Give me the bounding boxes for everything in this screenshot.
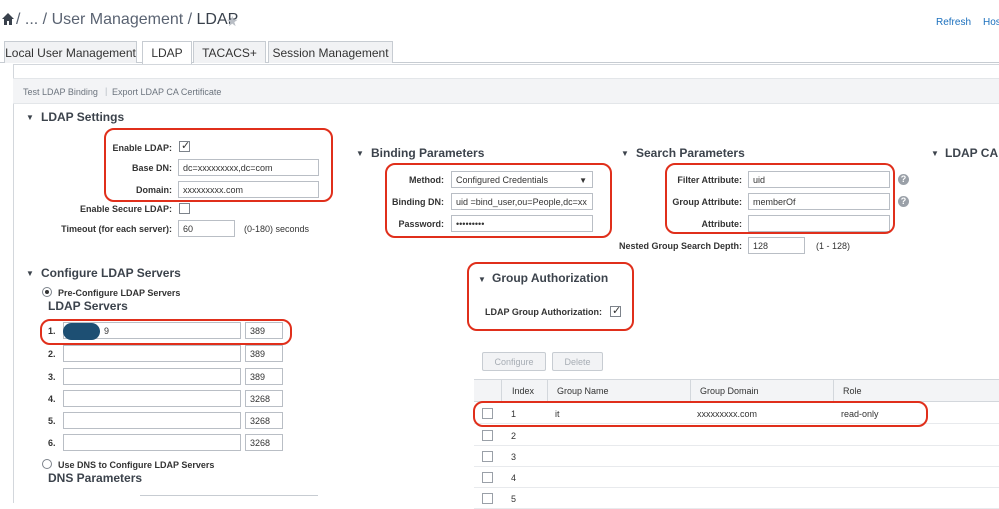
dns-field-edge bbox=[140, 495, 318, 496]
server-row-number: 2. bbox=[48, 349, 56, 359]
configure-ldap-servers-title: Configure LDAP Servers bbox=[41, 266, 181, 280]
column-header-group-name[interactable]: Group Name bbox=[557, 386, 609, 396]
server-host-input[interactable] bbox=[63, 368, 241, 385]
test-ldap-binding-link[interactable]: Test LDAP Binding bbox=[23, 87, 98, 97]
enable-secure-ldap-checkbox[interactable] bbox=[179, 203, 190, 214]
timeout-hint: (0-180) seconds bbox=[244, 224, 310, 234]
export-ldap-ca-certificate-link[interactable]: Export LDAP CA Certificate bbox=[112, 87, 221, 97]
use-dns-label: Use DNS to Configure LDAP Servers bbox=[58, 460, 215, 470]
table-row[interactable] bbox=[474, 446, 999, 467]
collapse-servers-icon[interactable]: ▼ bbox=[26, 269, 34, 278]
delete-button[interactable]: Delete bbox=[552, 352, 603, 371]
column-divider bbox=[501, 380, 502, 401]
ldap-servers-title: LDAP Servers bbox=[48, 299, 128, 313]
tab-ldap[interactable]: LDAP bbox=[142, 41, 192, 64]
server-port-input[interactable]: 3268 bbox=[245, 390, 283, 407]
row-index-cell: 2 bbox=[511, 431, 517, 441]
server-port-input[interactable]: 389 bbox=[245, 345, 283, 362]
enable-secure-ldap-label: Enable Secure LDAP: bbox=[79, 204, 172, 214]
row-index-cell: 4 bbox=[511, 473, 517, 483]
column-divider bbox=[833, 380, 834, 401]
nested-depth-input[interactable]: 128 bbox=[748, 237, 805, 254]
server-port-input[interactable]: 3268 bbox=[245, 412, 283, 429]
host-link[interactable]: Hos bbox=[983, 17, 999, 28]
refresh-link[interactable]: Refresh bbox=[936, 17, 971, 28]
help-icon[interactable]: ? bbox=[898, 196, 909, 207]
use-dns-radio[interactable] bbox=[42, 459, 52, 469]
server-host-input[interactable] bbox=[63, 390, 241, 407]
nested-depth-label: Nested Group Search Depth: bbox=[618, 241, 742, 251]
server-row-number: 3. bbox=[48, 372, 56, 382]
server-host-input[interactable] bbox=[63, 412, 241, 429]
server-port-input[interactable]: 3268 bbox=[245, 434, 283, 451]
tab-local-user-management[interactable]: Local User Management bbox=[4, 41, 137, 63]
timeout-input[interactable]: 60 bbox=[178, 220, 235, 237]
binding-parameters-title: Binding Parameters bbox=[371, 146, 485, 160]
server-host-input[interactable] bbox=[63, 434, 241, 451]
search-parameters-title: Search Parameters bbox=[636, 146, 745, 160]
server-row-number: 4. bbox=[48, 394, 56, 404]
collapse-search-icon[interactable]: ▼ bbox=[621, 149, 629, 158]
highlight-ldap-settings bbox=[104, 128, 333, 202]
tab-session-management[interactable]: Session Management bbox=[268, 41, 393, 63]
highlight-group-authorization bbox=[467, 262, 634, 331]
row-select-checkbox[interactable] bbox=[482, 451, 493, 462]
breadcrumb: / ... / User Management / LDAP bbox=[16, 11, 238, 29]
table-row[interactable] bbox=[474, 467, 999, 488]
table-row[interactable] bbox=[474, 488, 999, 509]
preconfigure-label: Pre-Configure LDAP Servers bbox=[58, 288, 181, 298]
preconfigure-radio[interactable] bbox=[42, 287, 52, 297]
column-header-role[interactable]: Role bbox=[843, 386, 862, 396]
help-icon[interactable]: ? bbox=[898, 174, 909, 185]
breadcrumb-path[interactable]: / ... / User Management / bbox=[16, 11, 192, 28]
column-header-index[interactable]: Index bbox=[512, 386, 534, 396]
row-select-checkbox[interactable] bbox=[482, 430, 493, 441]
collapse-ldap-settings-icon[interactable]: ▼ bbox=[26, 113, 34, 122]
column-header-group-domain[interactable]: Group Domain bbox=[700, 386, 759, 396]
row-index-cell: 3 bbox=[511, 452, 517, 462]
timeout-label: Timeout (for each server): bbox=[61, 224, 172, 234]
server-row-number: 5. bbox=[48, 416, 56, 426]
server-port-input[interactable]: 389 bbox=[245, 368, 283, 385]
server-host-input[interactable] bbox=[63, 345, 241, 362]
favorite-star-icon[interactable]: ★ bbox=[226, 13, 239, 30]
toolbar-separator: | bbox=[105, 86, 108, 96]
configure-button[interactable]: Configure bbox=[482, 352, 546, 371]
highlight-binding-parameters bbox=[385, 163, 612, 238]
home-icon[interactable] bbox=[2, 12, 14, 26]
column-divider bbox=[547, 380, 548, 401]
row-select-checkbox[interactable] bbox=[482, 493, 493, 504]
ldap-ca-title: LDAP CA bbox=[945, 146, 999, 160]
highlight-search-parameters bbox=[665, 163, 895, 234]
table-row[interactable] bbox=[474, 425, 999, 446]
radio-dot bbox=[45, 290, 49, 294]
highlight-server-1 bbox=[40, 319, 292, 345]
column-divider bbox=[690, 380, 691, 401]
highlight-group-row-1 bbox=[473, 401, 928, 427]
ldap-settings-title: LDAP Settings bbox=[41, 110, 125, 124]
collapse-binding-icon[interactable]: ▼ bbox=[356, 149, 364, 158]
server-row-number: 6. bbox=[48, 438, 56, 448]
tab-tacacs[interactable]: TACACS+ bbox=[193, 41, 266, 63]
dns-parameters-title: DNS Parameters bbox=[48, 471, 143, 485]
row-select-checkbox[interactable] bbox=[482, 472, 493, 483]
collapse-ldap-ca-icon[interactable]: ▼ bbox=[931, 149, 939, 158]
nested-depth-hint: (1 - 128) bbox=[816, 241, 851, 251]
